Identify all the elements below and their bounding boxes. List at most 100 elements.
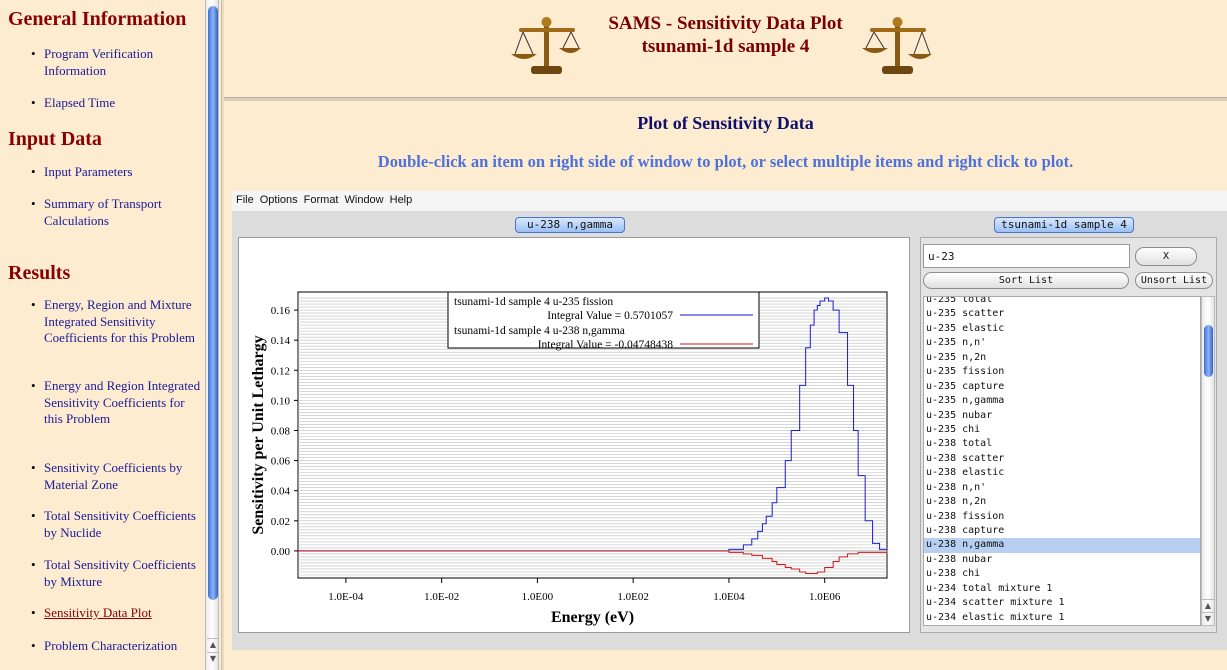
nav-link[interactable]: Input Parameters (0, 164, 205, 181)
nav-link-label: Program Verification Information (44, 46, 154, 78)
sensitivity-plot-applet: File Options Format Window Help u-238 n,gamm… (232, 191, 1227, 650)
nav-link[interactable]: Elapsed Time (0, 95, 205, 112)
list-item[interactable]: u-238 fission (924, 510, 1200, 524)
x-tick-label: 1.0E02 (617, 591, 648, 603)
list-scrollbar-thumb[interactable] (1204, 325, 1213, 377)
y-tick-label: 0.02 (271, 516, 290, 528)
nav-link-label: Total Sensitivity Coefficients by Mixtur… (44, 557, 196, 589)
nav-section-heading: Results (8, 262, 71, 284)
nav-link-label: Input Parameters (44, 164, 133, 179)
scroll-up-arrow-icon[interactable]: ▲ (207, 638, 219, 650)
x-tick-label: 1.0E04 (713, 591, 745, 603)
nav-link[interactable]: Sensitivity Coefficients by Material Zon… (0, 460, 205, 493)
y-tick-label: 0.08 (271, 425, 291, 437)
list-item[interactable]: u-238 n,2n (924, 495, 1200, 509)
list-item[interactable]: u-238 total (924, 437, 1200, 451)
list-item[interactable]: u-238 nubar (924, 553, 1200, 567)
nav-link[interactable]: Energy and Region Integrated Sensitivity… (0, 378, 205, 428)
list-item[interactable]: u-235 n,gamma (924, 394, 1200, 408)
plot-heading: Plot of Sensitivity Data (637, 113, 814, 133)
menu-format[interactable]: Format (300, 191, 341, 206)
applet-body: u-238 n,gamma tsunami-1d sample 4 0.00 0.… (232, 211, 1227, 650)
nav-link-label: Total Sensitivity Coefficients by Nuclid… (44, 508, 196, 540)
header-divider (224, 97, 1227, 101)
x-tick-label: 1.0E00 (522, 591, 554, 603)
list-item[interactable]: u-234 scatter mixture 1 (924, 596, 1200, 610)
plot-instructions: Double-click an item on right side of wi… (377, 152, 1074, 171)
legend-series-name: tsunami-1d sample 4 u-235 fission (454, 296, 613, 308)
page-title: SAMS - Sensitivity Data Plot (608, 13, 843, 34)
list-item[interactable]: u-234 elastic mixture 1 (924, 611, 1200, 625)
nav-link-label: Energy and Region Integrated Sensitivity… (44, 378, 201, 426)
header: SAMS - Sensitivity Data Plot tsunami-1d … (224, 0, 1227, 98)
list-item[interactable]: u-235 capture (924, 380, 1200, 394)
nav-link[interactable]: Total Sensitivity Coefficients by Nuclid… (0, 508, 205, 541)
list-item[interactable]: u-238 n,n' (924, 481, 1200, 495)
reaction-list[interactable]: u-235 total u-235 scatter u-235 elastic u-2… (923, 296, 1201, 626)
nav-link[interactable]: Energy, Region and Mixture Integrated Se… (0, 297, 205, 347)
nav-link[interactable]: Total Sensitivity Coefficients by Mixtur… (0, 557, 205, 590)
nav-link[interactable]: Program Verification Information (0, 46, 205, 79)
unsort-list-button[interactable]: Unsort List (1135, 272, 1213, 289)
list-item[interactable]: u-234 n,n' mixture 1 (924, 625, 1200, 626)
nav-link-label: Elapsed Time (44, 95, 116, 110)
y-tick-label: 0.12 (271, 365, 290, 377)
nav-link[interactable]: Problem Characterization (0, 638, 205, 655)
legend-series-name: tsunami-1d sample 4 u-238 n,gamma (454, 325, 625, 337)
x-axis-label: Energy (eV) (551, 609, 634, 626)
list-item[interactable]: u-234 total mixture 1 (924, 582, 1200, 596)
y-tick-label: 0.14 (271, 335, 291, 347)
nav-link-label: Problem Characterization (44, 638, 178, 653)
plot-tab[interactable]: u-238 n,gamma (515, 217, 625, 233)
list-scrollbar[interactable]: ▲ ▼ (1201, 296, 1215, 626)
scroll-down-arrow-icon[interactable]: ▼ (207, 652, 219, 664)
list-item[interactable]: u-235 n,n' (924, 336, 1200, 350)
nav-link-label: Sensitivity Coefficients by Material Zon… (44, 460, 183, 492)
nav-scrollbar[interactable]: ▲ ▼ (205, 0, 219, 670)
menu-window[interactable]: Window (341, 191, 386, 206)
x-tick-label: 1.0E06 (809, 591, 841, 603)
list-item[interactable]: u-238 elastic (924, 466, 1200, 480)
clear-search-button[interactable]: X (1135, 247, 1197, 266)
nav-link[interactable]: Summary of Transport Calculations (0, 196, 205, 229)
list-item[interactable]: u-235 scatter (924, 307, 1200, 321)
x-tick-label: 1.0E-04 (328, 591, 364, 603)
sort-list-button[interactable]: Sort List (923, 272, 1129, 289)
dataset-tab[interactable]: tsunami-1d sample 4 (994, 217, 1134, 233)
scroll-down-arrow-icon[interactable]: ▼ (1202, 612, 1214, 624)
nav-link[interactable]: Sensitivity Data Plot (0, 605, 205, 622)
list-item[interactable]: u-238 n,gamma (924, 538, 1200, 553)
list-item[interactable]: u-235 elastic (924, 322, 1200, 336)
menu-help[interactable]: Help (386, 191, 415, 206)
y-tick-label: 0.04 (271, 486, 291, 498)
nav-scrollbar-thumb[interactable] (208, 6, 218, 600)
x-tick-label: 1.0E-02 (424, 591, 459, 603)
item-list-panel: u-23 X Sort List Unsort List u-235 total… (920, 237, 1217, 633)
y-tick-label: 0.00 (271, 546, 291, 558)
y-tick-label: 0.06 (271, 456, 291, 468)
menu-options[interactable]: Options (256, 191, 300, 206)
nav-link-label: Sensitivity Data Plot (44, 605, 152, 620)
list-item[interactable]: u-235 nubar (924, 409, 1200, 423)
search-input[interactable]: u-23 (923, 244, 1130, 268)
page-subtitle: tsunami-1d sample 4 (641, 36, 810, 57)
list-item[interactable]: u-238 scatter (924, 452, 1200, 466)
left-nav: General Information Program Verification … (0, 0, 205, 670)
list-item[interactable]: u-235 total (924, 297, 1200, 307)
y-tick-label: 0.16 (271, 305, 291, 317)
nav-link-label: Energy, Region and Mixture Integrated Se… (44, 297, 196, 345)
y-tick-label: 0.10 (271, 395, 291, 407)
list-item[interactable]: u-238 capture (924, 524, 1200, 538)
list-item[interactable]: u-235 n,2n (924, 351, 1200, 365)
nav-link-label: Summary of Transport Calculations (44, 196, 162, 228)
list-item[interactable]: u-238 chi (924, 567, 1200, 581)
menu-file[interactable]: File (232, 191, 256, 206)
list-item[interactable]: u-235 fission (924, 365, 1200, 379)
sensitivity-chart: 0.00 0.02 0.04 0.06 0.08 0.10 0.12 0.14 0.16 1.0E… (250, 291, 888, 626)
list-item[interactable]: u-235 chi (924, 423, 1200, 437)
scroll-up-arrow-icon[interactable]: ▲ (1202, 599, 1214, 611)
y-axis-label: Sensitivity per Unit Lethargy (250, 335, 267, 534)
legend-integral-value: Integral Value = 0.5701057 (547, 310, 673, 322)
applet-menubar: File Options Format Window Help (232, 191, 1227, 211)
plot-panel: 0.00 0.02 0.04 0.06 0.08 0.10 0.12 0.14 0.16 1.0E… (238, 237, 910, 633)
